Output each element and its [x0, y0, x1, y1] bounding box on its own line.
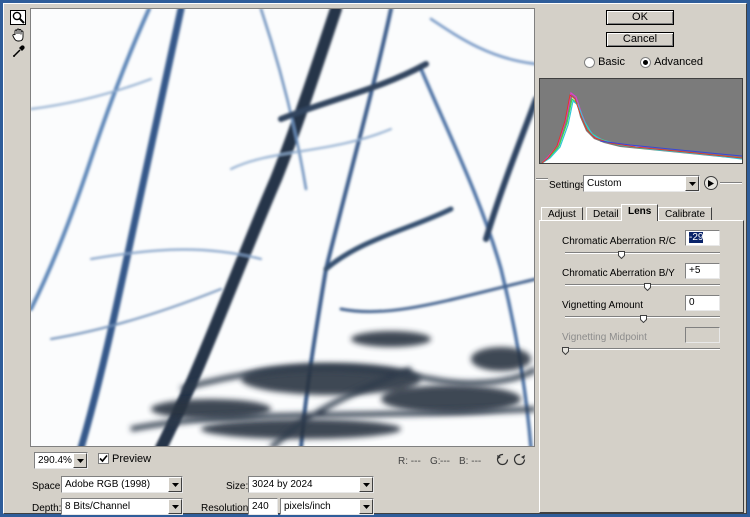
- histogram: [539, 78, 743, 164]
- ca-by-value: +5: [689, 265, 701, 276]
- size-value: 3024 by 2024: [252, 479, 313, 490]
- preview-image: [31, 9, 534, 446]
- depth-label: Depth:: [32, 503, 62, 514]
- resolution-label: Resolution:: [201, 503, 252, 514]
- depth-select[interactable]: 8 Bits/Channel: [61, 498, 183, 515]
- resolution-unit-select[interactable]: pixels/inch: [280, 498, 374, 515]
- settings-value: Custom: [587, 178, 622, 189]
- settings-divider-left: [536, 178, 548, 180]
- b-readout: B: ---: [459, 456, 481, 467]
- rotate-left-button[interactable]: [496, 453, 509, 469]
- slider-label-ca-by: Chromatic Aberration B/Y: [562, 268, 675, 279]
- slider-label-vignetting-midpoint: Vignetting Midpoint: [562, 332, 647, 343]
- g-value: ---: [440, 456, 450, 467]
- advanced-label: Advanced: [654, 56, 703, 69]
- ca-by-input[interactable]: +5: [685, 263, 720, 279]
- vignetting-midpoint-thumb: [562, 346, 569, 356]
- tab-adjust[interactable]: Adjust: [541, 207, 583, 221]
- chevron-down-icon: [359, 477, 373, 492]
- zoom-value: 290.4%: [38, 455, 72, 466]
- chevron-down-icon: [685, 176, 699, 191]
- g-readout: G:: [430, 456, 441, 467]
- r-label: R:: [398, 456, 408, 467]
- ca-by-thumb[interactable]: [644, 282, 652, 292]
- zoom-tool[interactable]: [10, 10, 26, 25]
- checkmark-icon: [99, 454, 108, 463]
- ca-rc-value: -29: [689, 232, 704, 243]
- vignetting-amount-input[interactable]: 0: [685, 295, 720, 311]
- chevron-down-icon: [73, 453, 87, 468]
- space-value: Adobe RGB (1998): [65, 479, 151, 490]
- rotate-right-icon: [513, 453, 526, 466]
- eyedropper-icon: [12, 45, 25, 57]
- vignetting-amount-value: 0: [689, 297, 695, 308]
- preview-checkbox[interactable]: [98, 453, 109, 464]
- space-select[interactable]: Adobe RGB (1998): [61, 476, 183, 493]
- cancel-button[interactable]: Cancel: [606, 32, 674, 47]
- settings-menu-button[interactable]: [704, 176, 718, 190]
- space-label: Space:: [32, 481, 64, 492]
- ca-rc-input[interactable]: -29: [685, 230, 720, 246]
- resolution-input[interactable]: 240: [248, 498, 278, 515]
- hand-tool[interactable]: [10, 27, 26, 42]
- slider-label-ca-rc: Chromatic Aberration R/C: [562, 236, 676, 247]
- r-value: ---: [410, 456, 421, 467]
- rotate-left-icon: [496, 453, 509, 466]
- zoom-select[interactable]: 290.4%: [34, 452, 88, 469]
- basic-label: Basic: [598, 56, 625, 69]
- tab-lens[interactable]: Lens: [621, 204, 659, 221]
- flyout-arrow-icon: [708, 179, 714, 187]
- g-readout-value: ---: [440, 456, 450, 467]
- size-select[interactable]: 3024 by 2024: [248, 476, 374, 493]
- advanced-radio[interactable]: Advanced: [640, 56, 703, 68]
- camera-raw-dialog: 290.4% Preview R: --- G: --- B: --- Spac: [3, 3, 747, 515]
- size-label: Size:: [226, 481, 249, 492]
- preview-label: Preview: [112, 453, 152, 465]
- vignetting-midpoint-track: [565, 348, 720, 350]
- resolution-value: 240: [252, 501, 269, 512]
- vignetting-midpoint-input: [685, 327, 720, 343]
- r-readout: R: ---: [398, 456, 421, 467]
- depth-value: 8 Bits/Channel: [65, 501, 131, 512]
- chevron-down-icon: [359, 499, 373, 514]
- g-label: G:: [430, 456, 441, 467]
- slider-label-vignetting-amount: Vignetting Amount: [562, 300, 643, 311]
- eyedropper-tool[interactable]: [10, 44, 26, 59]
- chevron-down-icon: [168, 477, 182, 492]
- settings-divider-right: [720, 182, 742, 184]
- ca-rc-thumb[interactable]: [617, 250, 625, 260]
- resolution-unit: pixels/inch: [284, 501, 331, 512]
- histogram-graph: [541, 91, 743, 164]
- vignetting-amount-thumb[interactable]: [639, 314, 647, 324]
- magnifier-icon: [12, 11, 25, 24]
- image-preview[interactable]: [30, 8, 535, 447]
- basic-radio-indicator: [584, 56, 595, 68]
- advanced-radio-indicator: [640, 56, 651, 68]
- b-label: B:: [459, 456, 469, 467]
- settings-select[interactable]: Custom: [583, 175, 700, 192]
- ca-rc-track[interactable]: [565, 252, 720, 254]
- hand-icon: [11, 28, 23, 41]
- rotate-right-button[interactable]: [513, 453, 526, 469]
- tab-detail[interactable]: Detail: [586, 207, 626, 221]
- b-value: ---: [471, 456, 482, 467]
- chevron-down-icon: [168, 499, 182, 514]
- tab-calibrate[interactable]: Calibrate: [658, 207, 713, 221]
- basic-radio[interactable]: Basic: [584, 56, 625, 68]
- ca-by-track[interactable]: [565, 284, 720, 286]
- ok-button[interactable]: OK: [606, 10, 674, 25]
